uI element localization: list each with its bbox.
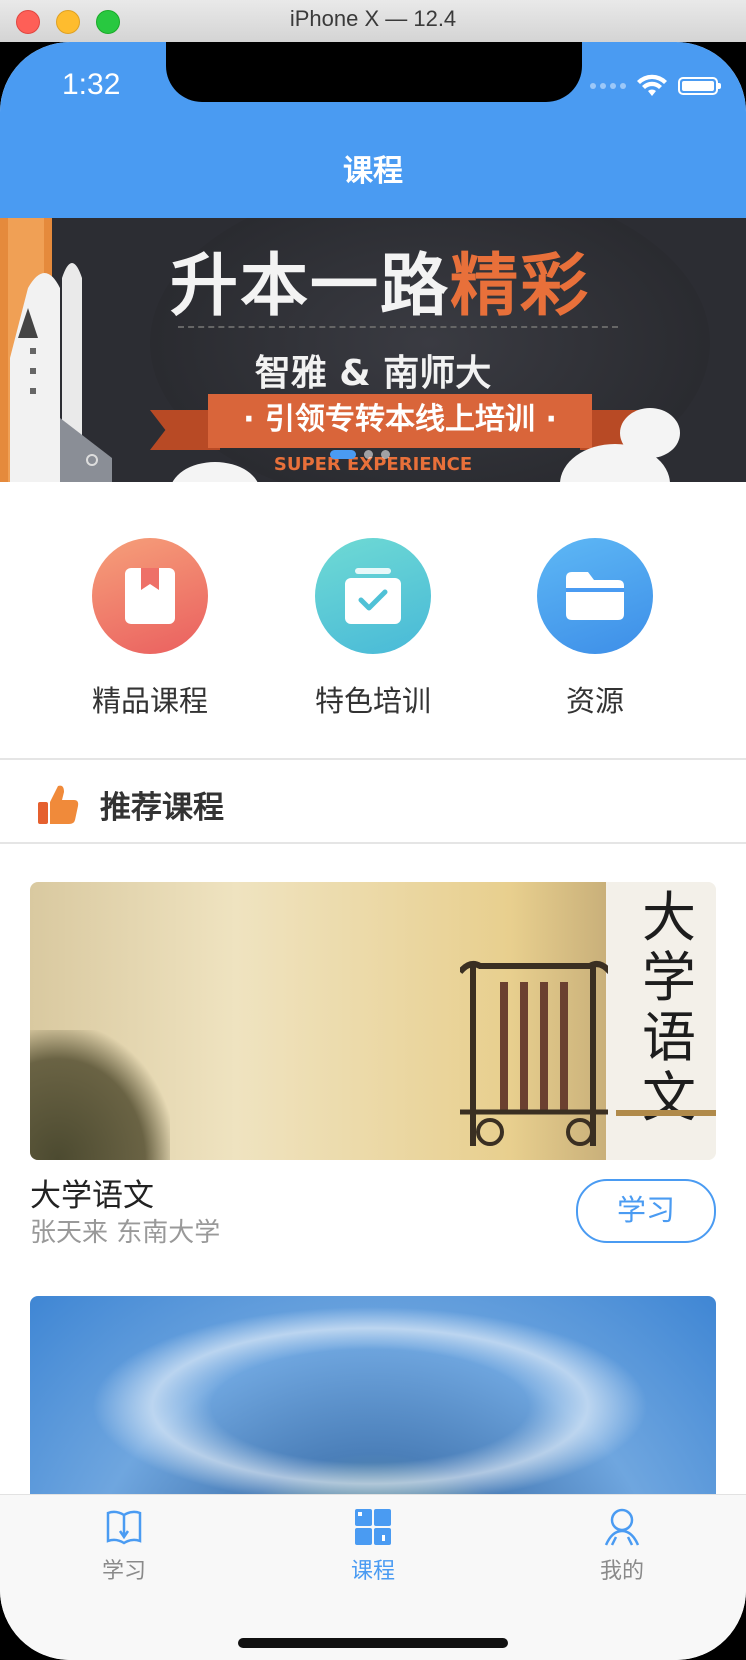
tab-label: 我的 bbox=[599, 1559, 644, 1584]
banner-ribbon: · 引领专转本线上培训 · bbox=[208, 394, 592, 448]
tab-label: 课程 bbox=[350, 1559, 395, 1584]
status-icons bbox=[590, 74, 721, 98]
wifi-icon bbox=[637, 74, 667, 96]
notch bbox=[166, 42, 582, 102]
home-indicator[interactable] bbox=[238, 1638, 508, 1648]
feature-resources[interactable]: 资源 bbox=[515, 538, 675, 720]
book-icon bbox=[106, 1510, 142, 1545]
study-button[interactable]: 学习 bbox=[576, 1179, 716, 1243]
bell-rack-illustration bbox=[460, 961, 610, 1146]
thumbs-up-icon bbox=[38, 785, 79, 824]
banner-subtitle: 智雅 & 南师大 bbox=[254, 353, 492, 394]
banner-page-indicator[interactable] bbox=[330, 450, 390, 459]
bookmark-book-icon bbox=[92, 538, 208, 654]
person-icon bbox=[604, 1508, 640, 1546]
feature-label: 资源 bbox=[565, 684, 624, 718]
battery-icon bbox=[678, 77, 721, 95]
tab-mine[interactable]: 我的 bbox=[562, 1507, 682, 1585]
app-screen: 1:32 课程 升本一路精彩 智雅 & 南师大 · 引领专转本线上培训 · SU… bbox=[0, 42, 746, 1660]
grid-icon bbox=[355, 1509, 391, 1545]
feature-premium-courses[interactable]: 精品课程 bbox=[70, 538, 230, 720]
window-title: iPhone X — 12.4 bbox=[289, 6, 457, 31]
promo-banner[interactable]: 升本一路精彩 智雅 & 南师大 · 引领专转本线上培训 · SUPER EXPE… bbox=[0, 218, 746, 482]
cover-title: 大学语文 bbox=[642, 886, 696, 1129]
recommend-title: 推荐课程 bbox=[100, 790, 224, 826]
banner-title: 升本一路精彩 bbox=[170, 247, 591, 326]
folder-icon bbox=[537, 538, 653, 654]
course-name[interactable]: 大学语文 bbox=[30, 1170, 154, 1215]
tab-label: 学习 bbox=[101, 1559, 146, 1584]
course-cover-image[interactable]: 大学语文 bbox=[30, 882, 716, 1160]
tab-bar: 学习 课程 我的 bbox=[0, 1494, 746, 1660]
divider bbox=[0, 842, 746, 844]
page-dot[interactable] bbox=[364, 450, 373, 459]
feature-label: 精品课程 bbox=[91, 684, 208, 718]
page-dot-active[interactable] bbox=[330, 450, 356, 459]
simulator-title-bar: iPhone X — 12.4 bbox=[0, 0, 746, 43]
checked-box-icon bbox=[315, 538, 431, 654]
signal-icon bbox=[590, 83, 626, 89]
page-title: 课程 bbox=[343, 154, 403, 189]
status-time: 1:32 bbox=[62, 68, 121, 101]
tab-study[interactable]: 学习 bbox=[64, 1507, 184, 1585]
recommend-header: 推荐课程 bbox=[0, 760, 746, 848]
tab-courses[interactable]: 课程 bbox=[313, 1507, 433, 1585]
feature-grid: 精品课程 特色培训 资源 bbox=[0, 482, 746, 758]
page-dot[interactable] bbox=[381, 450, 390, 459]
course-meta: 张天来 东南大学 bbox=[30, 1218, 221, 1248]
phone-frame: 1:32 课程 升本一路精彩 智雅 & 南师大 · 引领专转本线上培训 · SU… bbox=[0, 42, 746, 1660]
feature-label: 特色培训 bbox=[314, 684, 431, 718]
feature-special-training[interactable]: 特色培训 bbox=[293, 538, 453, 720]
